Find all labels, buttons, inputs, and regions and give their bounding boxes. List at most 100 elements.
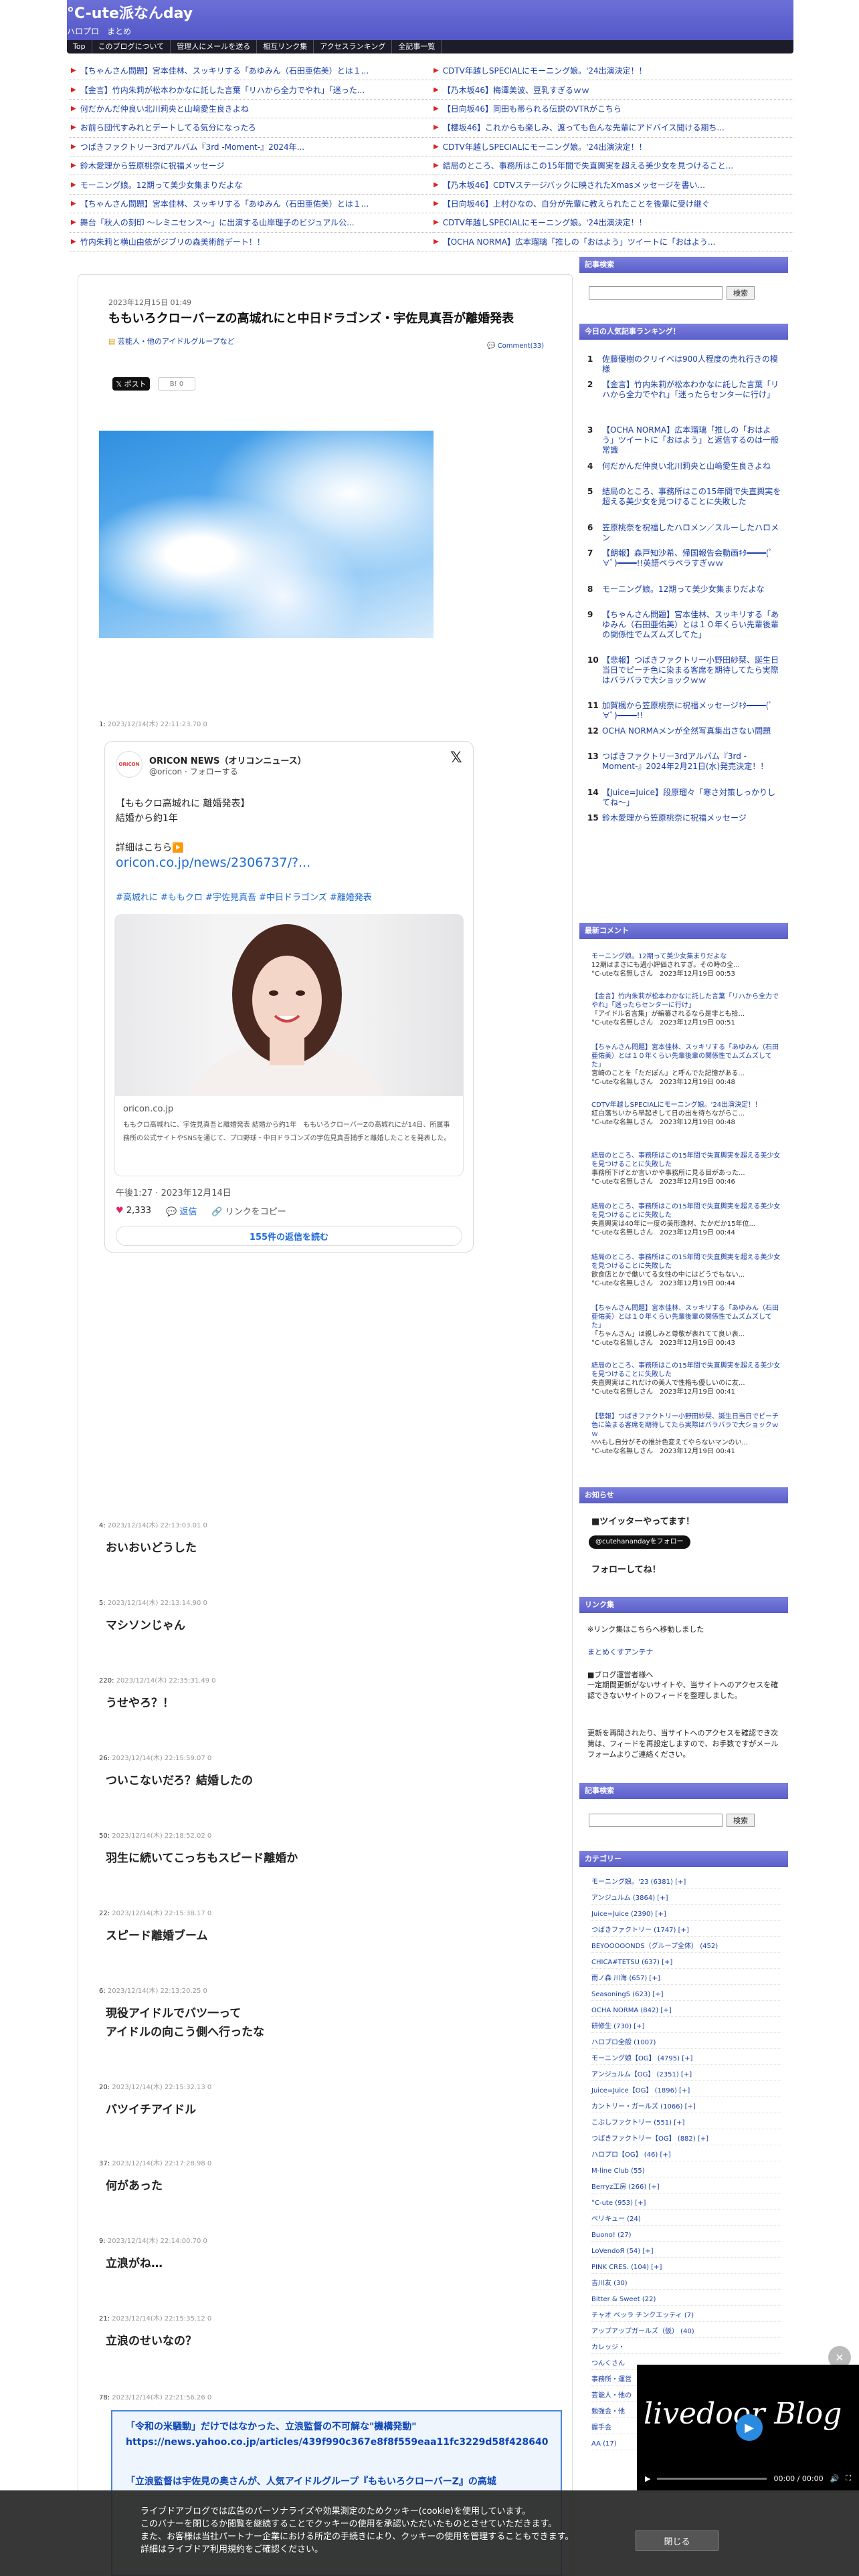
- headline-link[interactable]: 何だかんだ仲良い北川莉央と山﨑愛生良きよね: [80, 103, 249, 114]
- ranking-item[interactable]: 6 笠原桃奈を祝福したハロメン／スルーしたハロメン: [587, 523, 781, 543]
- headline-link[interactable]: 竹内朱莉と横山由依がジブリの森美術館デート！！: [80, 236, 265, 247]
- category-item[interactable]: BEYOOOOONDS（グループ全体） (452): [591, 1941, 781, 1953]
- headline-link[interactable]: CDTV年越しSPECIALにモーニング娘。'24出演決定！！: [443, 217, 647, 228]
- headline-link[interactable]: 【OCHA NORMA】広本瑠璃「推しの「おはよう」ツイートに「おはよう...: [443, 236, 716, 247]
- category-item[interactable]: ハロプロ【OG】 (46) [+]: [591, 2149, 781, 2161]
- ranking-item[interactable]: 10 【悲報】つばきファクトリー小野田紗栞、誕生日当日でピーチ色に染まる客席を期待…: [587, 655, 781, 685]
- copy-link-action[interactable]: 🔗 リンクをコピー: [211, 1204, 286, 1217]
- search-input[interactable]: [589, 286, 723, 300]
- headline-item[interactable]: ▶ 【金言】竹内朱莉が松本わかなに託した言葉「リハから全力でやれ」「迷った...: [70, 80, 431, 100]
- category-item[interactable]: チャオ ベッラ チンクエッティ (7): [591, 2310, 781, 2322]
- tweet-hashtags[interactable]: #高城れに #ももクロ #宇佐見真吾 #中日ドラゴンズ #離婚発表: [116, 890, 372, 903]
- category-item[interactable]: モーニング娘【OG】 (4795) [+]: [591, 2053, 781, 2065]
- search-button[interactable]: 検索: [727, 286, 755, 300]
- headline-item[interactable]: ▶ CDTV年越しSPECIALにモーニング娘。'24出演決定！！: [432, 138, 793, 156]
- headline-item[interactable]: ▶ CDTV年越しSPECIALにモーニング娘。'24出演決定！！: [432, 62, 793, 81]
- tweet-card-footer[interactable]: oricon.co.jp ももクロ高城れに、宇佐見真吾と離婚発表 結婚から約1年…: [114, 1096, 464, 1176]
- tweet-card-image[interactable]: [114, 914, 464, 1096]
- news-url[interactable]: https://news.yahoo.co.jp/articles/439f99…: [126, 2437, 548, 2448]
- like-action[interactable]: ♥ 2,333: [116, 1206, 151, 1216]
- category-link[interactable]: 芸能人・他のアイドルグループなど: [118, 337, 235, 346]
- x-logo-icon[interactable]: 𝕏: [450, 750, 462, 766]
- headline-item[interactable]: ▶ 何だかんだ仲良い北川莉央と山﨑愛生良きよね: [70, 100, 431, 119]
- post-category[interactable]: ▤ 芸能人・他のアイドルグループなど: [108, 336, 235, 346]
- headline-item[interactable]: ▶ 【ちゃんさん問題】宮本佳林、スッキリする「あゆみん（石田亜佑美）とは１...: [70, 62, 431, 81]
- headline-item[interactable]: ▶ 【OCHA NORMA】広本瑠璃「推しの「おはよう」ツイートに「おはよう...: [432, 233, 793, 251]
- ranking-item[interactable]: 4 何だかんだ仲良い北川莉央と山﨑愛生良きよね: [587, 461, 781, 471]
- comment-item[interactable]: 【悲報】つばきファクトリー小野田紗栞、誕生日当日でピーチ色に染まる客席を期待して…: [591, 1412, 781, 1456]
- tweet-embed[interactable]: ORICON ORICON NEWS（オリコンニュース） @oricon · フ…: [104, 741, 474, 1253]
- tweet-timestamp[interactable]: 午後1:27 · 2023年12月14日: [116, 1186, 231, 1198]
- tweet-author-name[interactable]: ORICON NEWS（オリコンニュース）: [149, 754, 306, 766]
- category-item[interactable]: OCHA NORMA (842) [+]: [591, 2005, 781, 2017]
- category-item[interactable]: SeasoningS (623) [+]: [591, 1989, 781, 2001]
- headline-item[interactable]: ▶ 舞台「秋人の刻印 ～レミニセンス～」に出演する山岸理子のビジュアル公...: [70, 213, 431, 233]
- fullscreen-icon[interactable]: ⛶: [846, 2474, 851, 2483]
- nav-links[interactable]: 相互リンク集: [257, 40, 314, 53]
- headline-item[interactable]: ▶ 【日向坂46】上村ひなの、自分が先輩に教えられたことを後輩に受け継ぐ: [432, 195, 793, 214]
- tweet-author-handle[interactable]: @oricon · フォローする: [149, 766, 238, 777]
- ranking-item[interactable]: 13 つばきファクトリー3rdアルバム『3rd -Moment-』2024年2月2…: [587, 752, 781, 772]
- category-item[interactable]: CHICA#TETSU (637) [+]: [591, 1957, 781, 1969]
- category-item[interactable]: M-line Club (55): [591, 2165, 781, 2177]
- category-item[interactable]: カレッジ・: [591, 2342, 781, 2354]
- headline-link[interactable]: 【金言】竹内朱莉が松本わかなに託した言葉「リハから全力でやれ」「迷った...: [80, 84, 365, 96]
- ranking-item[interactable]: 15 鈴木愛理から笠原桃奈に祝福メッセージ: [587, 813, 781, 823]
- ranking-item[interactable]: 3 【OCHA NORMA】広本瑠璃「推しの「おはよう」ツイートに「おはよう」と返…: [587, 425, 781, 455]
- twitter-follow-button[interactable]: @cutehanandayをフォロー: [589, 1535, 690, 1549]
- category-item[interactable]: °C-ute (953) [+]: [591, 2197, 781, 2210]
- search-button-2[interactable]: 検索: [727, 1814, 755, 1827]
- headline-link[interactable]: CDTV年越しSPECIALにモーニング娘。'24出演決定！！: [443, 65, 647, 76]
- nav-ranking[interactable]: アクセスランキング: [314, 40, 393, 53]
- headline-link[interactable]: CDTV年越しSPECIALにモーニング娘。'24出演決定！！: [443, 141, 647, 152]
- headline-item[interactable]: ▶ 【乃木坂46】CDTVステージバックに映されたXmasメッセージを書い...: [432, 175, 793, 195]
- post-title[interactable]: ももいろクローバーZの高城れにと中日ドラゴンズ・宇佐見真吾が離婚発表: [108, 309, 563, 326]
- headline-link[interactable]: 【日向坂46】上村ひなの、自分が先輩に教えられたことを後輩に受け継ぐ: [443, 198, 710, 209]
- site-title[interactable]: °C-ute派なんday: [67, 1, 193, 23]
- links-note[interactable]: ※リンク集はこちらへ移動しました: [587, 1624, 704, 1634]
- headline-link[interactable]: モーニング娘。12期って美少女集まりだよな: [80, 179, 243, 191]
- category-item[interactable]: アンジュルム【OG】 (2351) [+]: [591, 2069, 781, 2081]
- category-item[interactable]: こぶしファクトリー (551) [+]: [591, 2117, 781, 2129]
- category-item[interactable]: アップアップガールズ（仮） (40): [591, 2326, 781, 2338]
- nav-top[interactable]: Top: [67, 40, 92, 53]
- category-item[interactable]: Juice=Juice【OG】 (1896) [+]: [591, 2085, 781, 2097]
- category-item[interactable]: モーニング娘。'23 (6381) [+]: [591, 1876, 781, 1889]
- headline-item[interactable]: ▶ 【日向坂46】同田も帯られる伝説のVTRがこちら: [432, 100, 793, 119]
- hatena-bookmark-button[interactable]: B! 0: [158, 377, 195, 391]
- category-item[interactable]: つばきファクトリー【OG】 (882) [+]: [591, 2133, 781, 2145]
- headline-item[interactable]: ▶ 【乃木坂46】梅澤美波、豆乳すぎるｗｗ: [432, 80, 793, 100]
- seek-bar[interactable]: [657, 2477, 767, 2480]
- ranking-item[interactable]: 1 佐藤優樹のクリイベは900人程度の売れ行きの模様: [587, 354, 781, 374]
- reply-action[interactable]: 💬 返信: [166, 1204, 197, 1217]
- headline-link[interactable]: 【ちゃんさん問題】宮本佳林、スッキリする「あゆみん（石田亜佑美）とは１...: [80, 65, 369, 76]
- volume-icon[interactable]: 🔊: [830, 2474, 840, 2483]
- ranking-item[interactable]: 5 結局のところ、事務所はこの15年間で失直輿実を超える美少女を見つけることに失敗…: [587, 487, 781, 507]
- category-item[interactable]: Bitter & Sweet (22): [591, 2294, 781, 2306]
- category-item[interactable]: ベリキュー (24): [591, 2214, 781, 2226]
- comment-item[interactable]: 【金言】竹内朱莉が松本わかなに託した言葉「リハから全力でやれ」「迷ったらセンター…: [591, 992, 781, 1027]
- headline-link[interactable]: 【乃木坂46】梅澤美波、豆乳すぎるｗｗ: [443, 84, 589, 96]
- ranking-item[interactable]: 12 OCHA NORMAメンが全然写真集出さない問題: [587, 726, 781, 736]
- nav-all-posts[interactable]: 全記事一覧: [392, 40, 442, 53]
- ranking-item[interactable]: 2 【金言】竹内朱莉が松本わかなに託した言葉「リハから全力でやれ」「迷ったらセンタ…: [587, 380, 781, 400]
- read-replies-button[interactable]: 155件の返信を読む: [116, 1226, 462, 1246]
- comment-item[interactable]: 結局のところ、事務所はこの15年間で失直輿実を超える美少女を見つけることに失敗し…: [591, 1253, 781, 1288]
- video-player[interactable]: livedoor Blog ▶ ▶ 00:00 / 00:00 🔊 ⛶: [637, 2365, 859, 2490]
- headline-item[interactable]: ▶ 結局のところ、事務所はこの15年間で失直輿実を超える美少女を見つけること...: [432, 156, 793, 176]
- headline-link[interactable]: 【ちゃんさん問題】宮本佳林、スッキリする「あゆみん（石田亜佑美）とは１...: [80, 198, 369, 209]
- tweet-link[interactable]: oricon.co.jp/news/2306737/?...: [116, 855, 310, 870]
- headline-item[interactable]: ▶ お前ら団代すみれとデートしてる気分になったろ: [70, 118, 431, 138]
- comment-item[interactable]: CDTV年越しSPECIALにモーニング娘。'24出演決定！！ 紅白落ちいから早起…: [591, 1101, 781, 1127]
- headline-link[interactable]: 結局のところ、事務所はこの15年間で失直輿実を超える美少女を見つけること...: [443, 160, 733, 171]
- category-item[interactable]: Buono! (27): [591, 2230, 781, 2242]
- category-item[interactable]: 研修生 (730) [+]: [591, 2021, 781, 2033]
- headline-link[interactable]: つばきファクトリー3rdアルバム『3rd -Moment-』2024年...: [80, 141, 304, 152]
- category-item[interactable]: つばきファクトリー (1747) [+]: [591, 1925, 781, 1937]
- oricon-avatar[interactable]: ORICON: [116, 751, 142, 778]
- headline-link[interactable]: お前ら団代すみれとデートしてる気分になったろ: [80, 122, 256, 133]
- share-x-button[interactable]: 𝕏 ポスト: [112, 377, 150, 391]
- post-comments[interactable]: 💬 Comment(33): [487, 342, 544, 350]
- category-item[interactable]: Juice=Juice (2390) [+]: [591, 1909, 781, 1921]
- comments-link[interactable]: Comment(33): [498, 342, 545, 350]
